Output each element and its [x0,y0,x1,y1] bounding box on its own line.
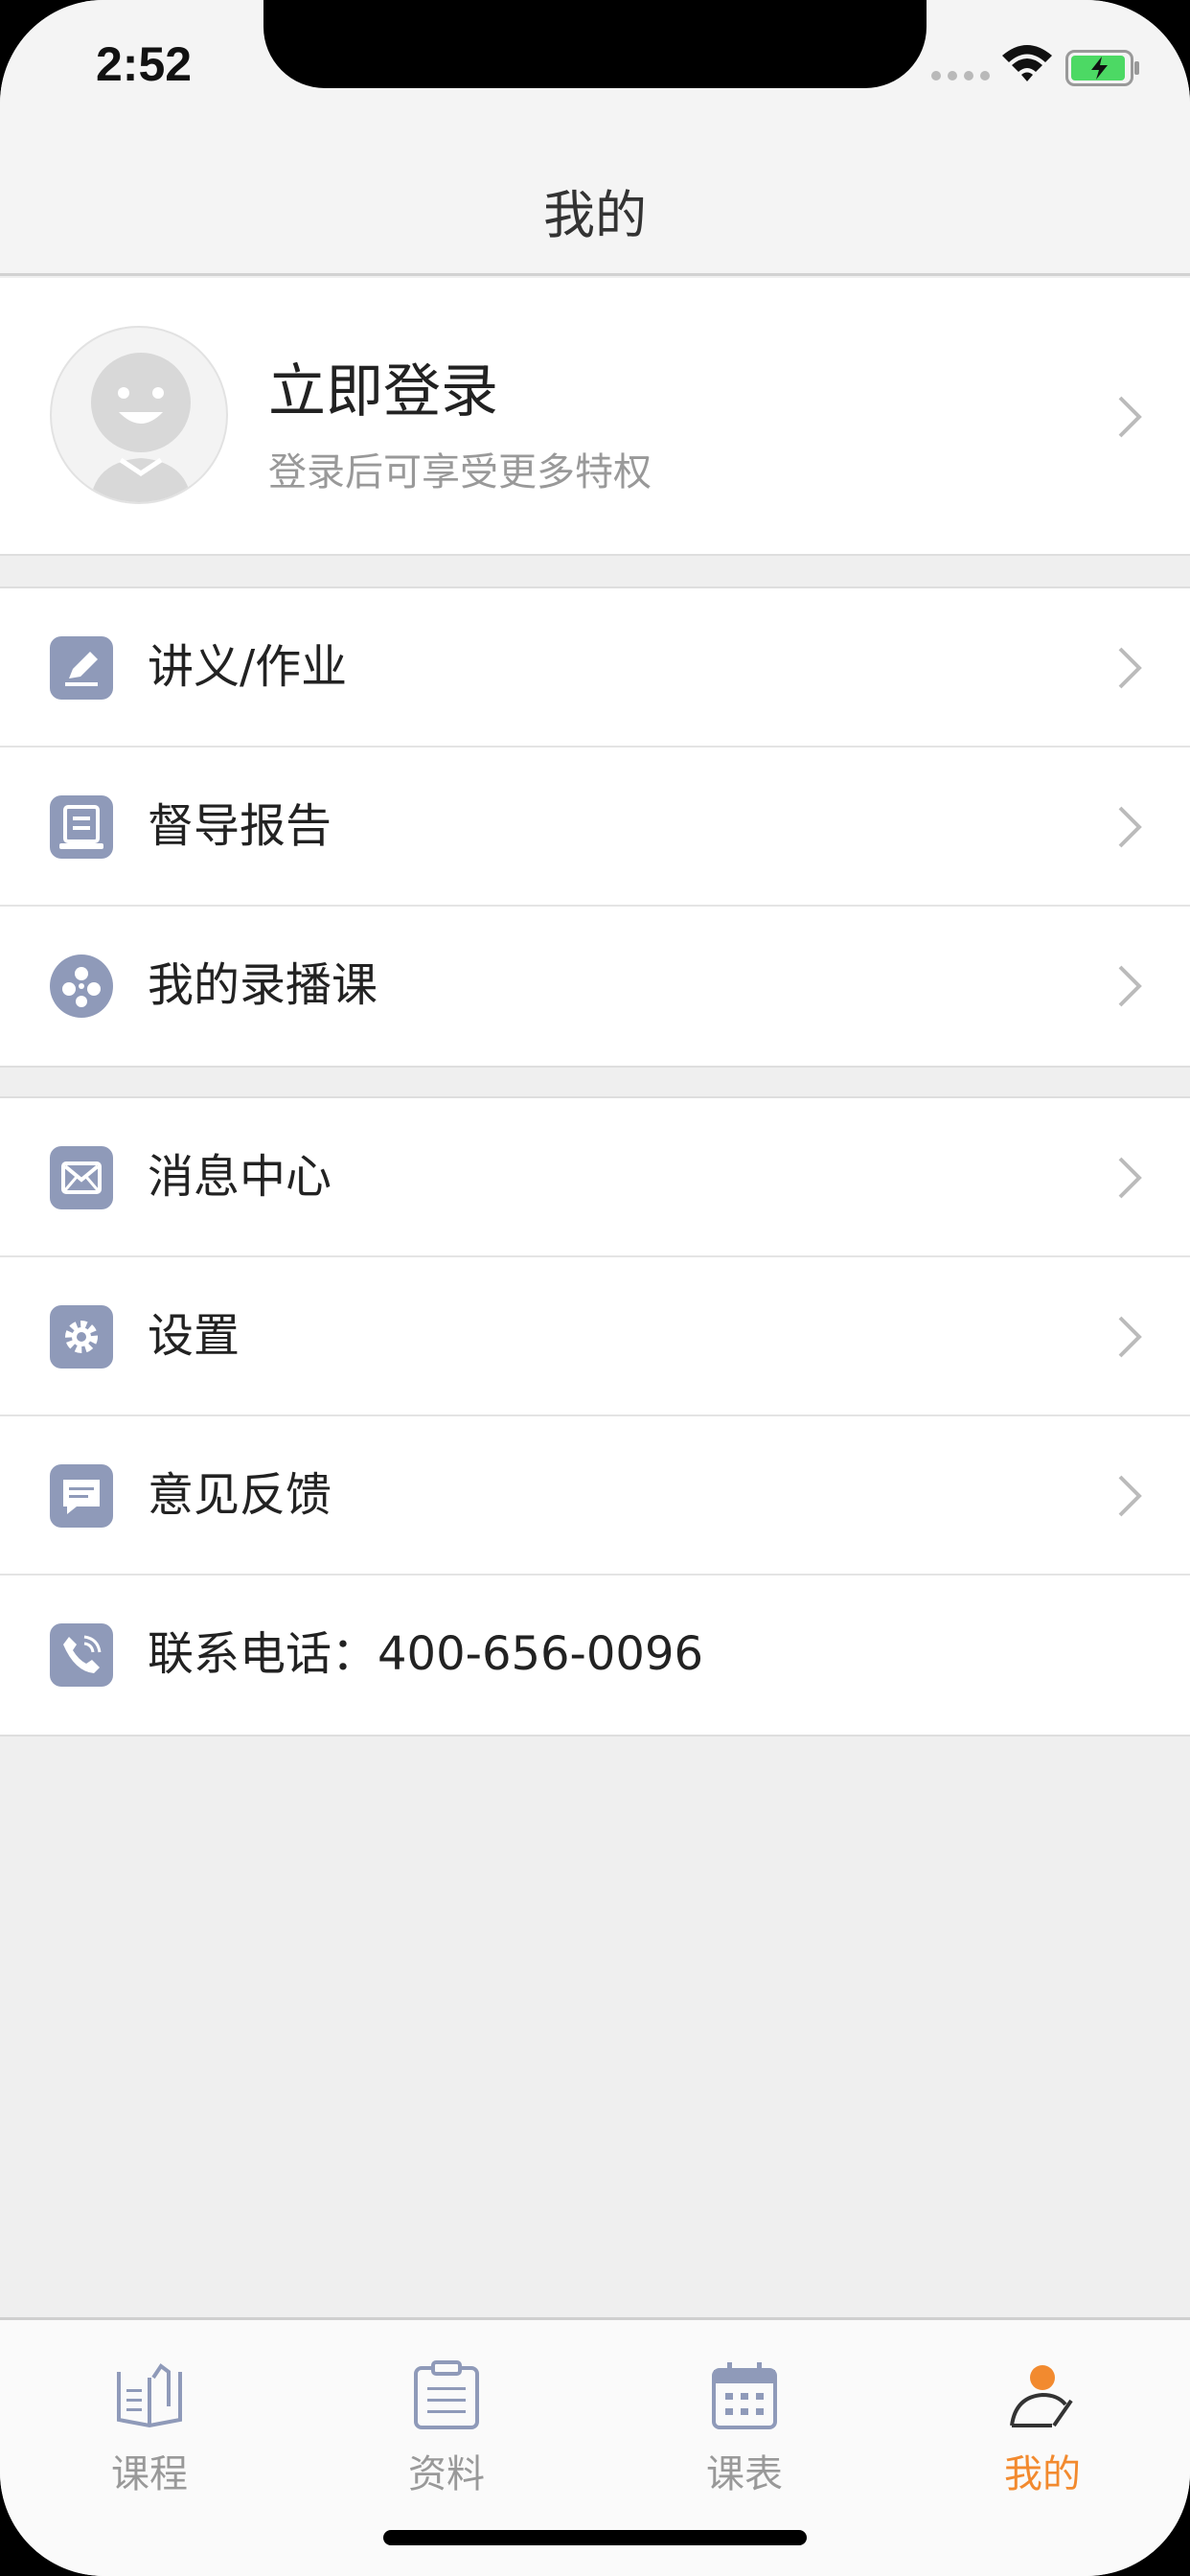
cellular-signal-icon [931,71,991,80]
login-banner[interactable]: 立即登录 登录后可享受更多特权 [0,278,1190,556]
clipboard-icon [414,2360,479,2429]
notch [263,0,927,88]
phone-screen: 2:52 我的 立即登录 登录后可享受更多特权 讲义/作业 督导报告 我的录播课… [0,0,1190,2576]
menu-item-label: 讲义/作业 [148,640,348,694]
status-time: 2:52 [96,37,193,91]
pencil-icon [50,636,113,700]
menu-group-study: 讲义/作业 督导报告 我的录播课 [0,586,1190,1068]
login-subtitle: 登录后可享受更多特权 [268,450,652,494]
menu-group-general: 消息中心 设置 意见反馈 联系电话：400-656-0096 [0,1096,1190,1736]
chevron-right-icon [1118,1475,1142,1517]
book-icon [117,2363,182,2428]
tab-schedule[interactable]: 课表 [649,2358,840,2502]
menu-item-contact-phone[interactable]: 联系电话：400-656-0096 [0,1576,1190,1735]
home-indicator [383,2530,807,2545]
tab-label: 课表 [706,2452,783,2496]
status-bar: 2:52 [0,0,1190,134]
tab-label: 资料 [408,2452,485,2496]
gear-icon [50,1305,113,1368]
wifi-icon [1002,45,1052,81]
report-icon [50,795,113,859]
chevron-right-icon [1118,396,1142,438]
calendar-icon [712,2362,777,2429]
tab-courses[interactable]: 课程 [54,2358,245,2502]
film-reel-icon [50,954,113,1018]
login-title: 立即登录 [268,358,498,426]
nav-bar: 我的 [0,134,1190,276]
chevron-right-icon [1118,1157,1142,1199]
tab-mine[interactable]: 我的 [947,2358,1138,2502]
chevron-right-icon [1118,965,1142,1007]
tab-materials[interactable]: 资料 [351,2358,542,2502]
avatar [50,326,228,504]
contact-phone-label: 联系电话：400-656-0096 [148,1627,704,1681]
chevron-right-icon [1118,1316,1142,1358]
menu-item-feedback[interactable]: 意见反馈 [0,1416,1190,1576]
menu-item-label: 设置 [148,1309,240,1363]
mail-icon [50,1146,113,1209]
chevron-right-icon [1118,647,1142,689]
menu-item-label: 消息中心 [148,1150,332,1204]
battery-icon [1065,50,1139,86]
menu-item-message-center[interactable]: 消息中心 [0,1098,1190,1257]
menu-item-label: 督导报告 [148,799,332,853]
user-icon [1010,2365,1073,2427]
menu-item-label: 意见反馈 [148,1468,332,1522]
menu-item-settings[interactable]: 设置 [0,1257,1190,1416]
chevron-right-icon [1118,806,1142,848]
page-title: 我的 [543,185,647,245]
menu-item-recorded-courses[interactable]: 我的录播课 [0,907,1190,1066]
menu-item-supervision-report[interactable]: 督导报告 [0,748,1190,907]
default-avatar-icon [90,353,192,502]
tab-label: 课程 [111,2452,188,2496]
menu-item-handouts[interactable]: 讲义/作业 [0,588,1190,748]
chat-bubble-icon [50,1464,113,1528]
menu-item-label: 我的录播课 [148,958,378,1012]
phone-icon [50,1623,113,1687]
tab-label: 我的 [1004,2452,1081,2496]
